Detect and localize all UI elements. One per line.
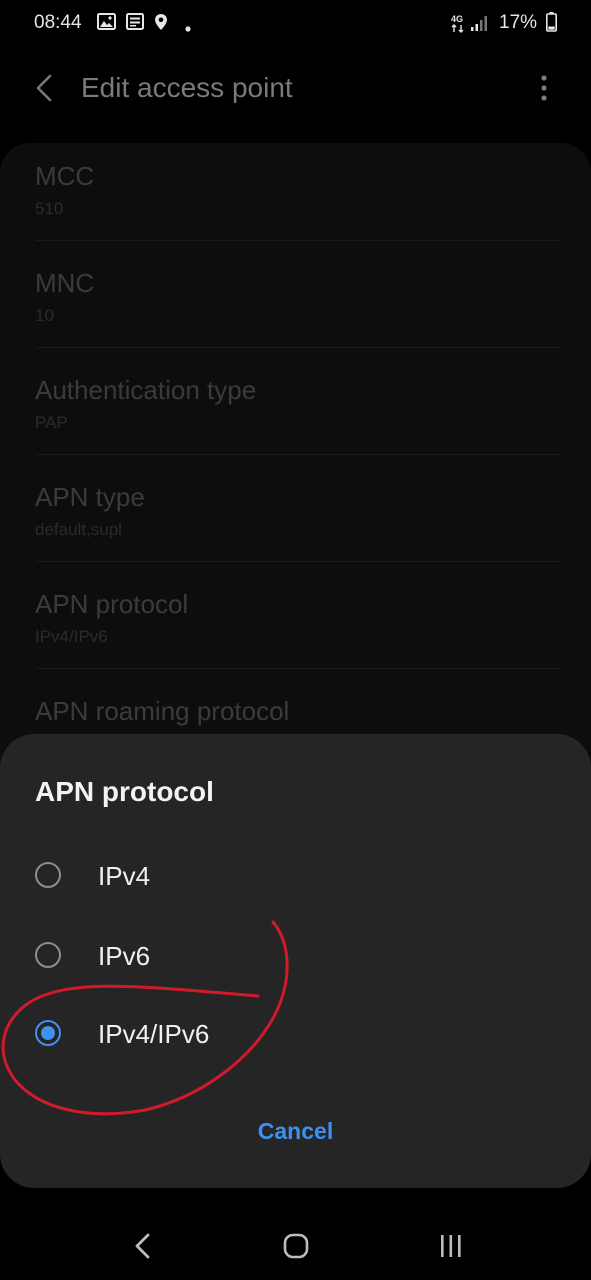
news-icon — [126, 13, 144, 35]
back-arrow-icon[interactable] — [32, 73, 56, 108]
setting-value: IPv4/IPv6 — [35, 627, 108, 646]
network-type-icon: 4G — [450, 14, 466, 39]
divider — [35, 240, 560, 241]
svg-text:4G: 4G — [451, 14, 463, 24]
nav-home-icon[interactable] — [283, 1233, 309, 1264]
signal-icon — [470, 15, 488, 37]
option-ipv4[interactable]: IPv4 — [0, 841, 591, 911]
status-bar: 08:44 4G 17% — [0, 0, 591, 46]
nav-back-icon[interactable] — [133, 1233, 151, 1264]
navigation-bar — [0, 1205, 591, 1280]
option-label: IPv4/IPv6 — [98, 1019, 210, 1049]
setting-label: Authentication type — [35, 375, 257, 405]
setting-apn-type[interactable]: APN type default,supl — [35, 482, 555, 540]
notification-dot-icon — [185, 19, 191, 37]
setting-value: 10 — [35, 306, 54, 325]
setting-label: APN protocol — [35, 589, 189, 619]
setting-label: APN type — [35, 482, 145, 512]
setting-mcc[interactable]: MCC 510 — [35, 161, 555, 219]
apn-protocol-dialog: APN protocol IPv4 IPv6 IPv4/IPv6 Cancel — [0, 734, 591, 1188]
radio-button[interactable] — [35, 942, 61, 968]
setting-mnc[interactable]: MNC 10 — [35, 268, 555, 326]
dialog-title: APN protocol — [35, 776, 214, 807]
more-options-icon[interactable] — [538, 73, 550, 108]
divider — [35, 347, 560, 348]
divider — [35, 454, 560, 455]
status-time: 08:44 — [34, 12, 82, 33]
nav-recents-icon[interactable] — [438, 1233, 464, 1264]
setting-value: PAP — [35, 413, 68, 432]
radio-button[interactable] — [35, 862, 61, 888]
option-ipv6[interactable]: IPv6 — [0, 921, 591, 991]
settings-list: MCC 510 MNC 10 Authentication type PAP A… — [0, 143, 591, 763]
option-label: IPv4 — [98, 861, 151, 891]
setting-value: default,supl — [35, 520, 122, 539]
radio-button-selected[interactable] — [35, 1020, 61, 1046]
divider — [35, 668, 560, 669]
setting-apn-protocol[interactable]: APN protocol IPv4/IPv6 — [35, 589, 555, 647]
battery-icon — [546, 12, 557, 37]
page-title: Edit access point — [81, 72, 293, 103]
gallery-icon — [97, 13, 116, 35]
battery-percent: 17% — [499, 12, 538, 33]
setting-authentication-type[interactable]: Authentication type PAP — [35, 375, 555, 433]
setting-value: 510 — [35, 199, 64, 218]
divider — [35, 561, 560, 562]
app-bar: Edit access point — [0, 56, 591, 120]
setting-apn-roaming-protocol[interactable]: APN roaming protocol — [35, 696, 555, 734]
setting-label: MNC — [35, 268, 95, 298]
option-ipv4-ipv6[interactable]: IPv4/IPv6 — [0, 999, 591, 1069]
option-label: IPv6 — [98, 941, 151, 971]
setting-label: MCC — [35, 161, 95, 191]
cancel-button[interactable]: Cancel — [0, 1118, 591, 1145]
setting-label: APN roaming protocol — [35, 696, 290, 726]
location-icon — [154, 13, 168, 36]
